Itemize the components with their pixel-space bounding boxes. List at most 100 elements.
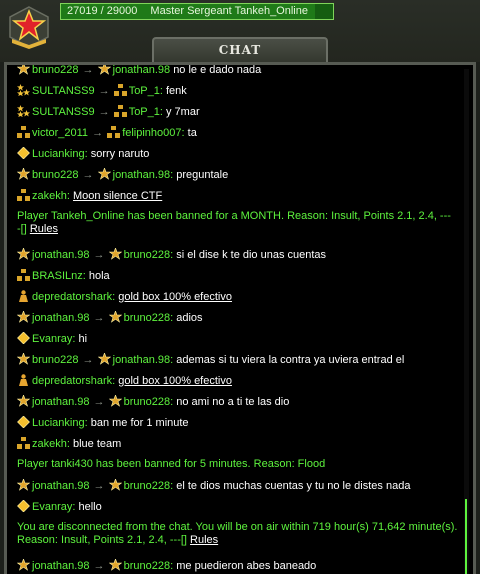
sender-name[interactable]: bruno228 xyxy=(32,169,79,181)
chat-message: jonathan.98 → bruno228: el te dios mucha… xyxy=(16,475,459,496)
xp-text: 27019 / 29000 xyxy=(67,5,138,17)
squares-rank-icon xyxy=(17,269,30,281)
sender-name[interactable]: depredatorshark: xyxy=(32,375,115,387)
reply-arrow-icon: → xyxy=(79,169,97,181)
rules-link[interactable]: Rules xyxy=(190,534,218,546)
chat-message: victor_2011 → felipinho007: ta xyxy=(17,122,459,143)
recipient-name[interactable]: bruno228: xyxy=(124,396,174,408)
system-message-text: You are disconnected from the chat. You … xyxy=(17,521,458,546)
squares-rank-icon xyxy=(17,189,30,201)
chat-message: depredatorshark: gold box 100% efectivo xyxy=(17,370,459,391)
reply-arrow-icon: → xyxy=(95,106,113,118)
stars-rank-icon xyxy=(108,394,123,407)
stars-rank-icon xyxy=(16,247,31,260)
sender-name[interactable]: bruno228 xyxy=(32,65,79,76)
recipient-name[interactable]: bruno228: xyxy=(124,312,174,324)
message-text: no le e dado nada xyxy=(173,64,262,76)
message-text: hello xyxy=(78,501,102,513)
system-message: Player tanki430 has been banned for 5 mi… xyxy=(17,454,459,475)
stars-rank-icon xyxy=(108,558,123,571)
sender-name[interactable]: BRASILnz: xyxy=(32,270,86,282)
rules-link[interactable]: Rules xyxy=(30,223,58,235)
message-text: adios xyxy=(176,312,203,324)
recipient-name[interactable]: ToP_1: xyxy=(129,85,163,97)
message-text: sorry naruto xyxy=(90,148,150,160)
sender-name[interactable]: Lucianking: xyxy=(32,148,88,160)
xp-bar: 27019 / 29000 Master Sergeant Tankeh_Onl… xyxy=(60,3,334,20)
chat-message: Lucianking: sorry naruto xyxy=(17,143,459,164)
message-link[interactable]: gold box 100% efectivo xyxy=(118,291,232,303)
stars-rank-icon xyxy=(16,167,31,180)
stars-rank-icon xyxy=(97,65,112,75)
sender-name[interactable]: SULTANSS9 xyxy=(32,85,95,97)
rank-and-player: Master Sergeant Tankeh_Online xyxy=(150,5,308,17)
person-rank-icon xyxy=(17,374,30,386)
message-text: preguntale xyxy=(176,169,229,181)
tab-chat[interactable]: CHAT xyxy=(152,37,328,62)
message-text: el te dios muchas cuentas y tu no le dis… xyxy=(176,480,411,492)
reply-arrow-icon: → xyxy=(95,85,113,97)
system-message-text: Player Tankeh_Online has been banned for… xyxy=(17,210,451,222)
system-message: Player Tankeh_Online has been banned for… xyxy=(17,206,459,244)
reply-arrow-icon: → xyxy=(90,560,108,572)
message-text: no ami no a ti te las dio xyxy=(176,396,290,408)
message-text: ademas si tu viera la contra ya uviera e… xyxy=(176,354,405,366)
stars-rank-icon xyxy=(16,310,31,323)
diamond-rank-icon xyxy=(17,331,30,345)
recipient-name[interactable]: bruno228: xyxy=(124,560,174,572)
stars-rank-icon xyxy=(97,167,112,180)
message-text: me puedieron abes baneado xyxy=(176,560,317,572)
chat-scrollbar[interactable] xyxy=(464,69,469,574)
stars-rank-icon xyxy=(16,394,31,407)
sender-name[interactable]: zakekh: xyxy=(32,190,70,202)
stars-rank-icon xyxy=(97,352,112,365)
sender-name[interactable]: Evanray: xyxy=(32,501,75,513)
recipient-name[interactable]: felipinho007: xyxy=(122,127,184,139)
chat-message-list: bruno228 → jonathan.98 no le e dado nada… xyxy=(16,64,459,574)
reply-arrow-icon: → xyxy=(90,396,108,408)
recipient-name[interactable]: bruno228: xyxy=(124,249,174,261)
sender-name[interactable]: Evanray: xyxy=(32,333,75,345)
chat-message: zakekh: blue team xyxy=(17,433,459,454)
sender-name[interactable]: victor_2011 xyxy=(32,127,88,139)
chat-panel: bruno228 → jonathan.98 no le e dado nada… xyxy=(4,62,476,574)
recipient-name[interactable]: jonathan.98 xyxy=(113,65,171,76)
system-message-text: Player tanki430 has been banned for 5 mi… xyxy=(17,458,326,470)
recipient-name[interactable]: jonathan.98: xyxy=(113,169,174,181)
chat-message: zakekh: Moon silence CTF xyxy=(17,185,459,206)
message-text: blue team xyxy=(72,438,122,450)
sender-name[interactable]: jonathan.98 xyxy=(32,396,90,408)
chat-message: Lucianking: ban me for 1 minute xyxy=(17,412,459,433)
sender-name[interactable]: jonathan.98 xyxy=(32,560,90,572)
stars-rank-icon xyxy=(108,310,123,323)
recipient-name[interactable]: bruno228: xyxy=(124,480,174,492)
double-star-rank-icon xyxy=(17,105,30,117)
chat-message: BRASILnz: hola xyxy=(17,265,459,286)
recipient-name[interactable]: ToP_1: xyxy=(129,106,163,118)
recipient-name[interactable]: jonathan.98: xyxy=(113,354,174,366)
sender-name[interactable]: Lucianking: xyxy=(32,417,88,429)
sender-name[interactable]: bruno228 xyxy=(32,354,79,366)
diamond-rank-icon xyxy=(17,499,30,513)
stars-rank-icon xyxy=(16,352,31,365)
sender-name[interactable]: SULTANSS9 xyxy=(32,106,95,118)
sender-name[interactable]: jonathan.98 xyxy=(32,249,90,261)
sender-name[interactable]: zakekh: xyxy=(32,438,70,450)
rank-badge-icon xyxy=(9,6,49,49)
chat-scroll-thumb[interactable] xyxy=(465,499,467,574)
message-text: y 7mar xyxy=(166,106,200,118)
chat-message: jonathan.98 → bruno228: si el dise k te … xyxy=(16,244,459,265)
sender-name[interactable]: jonathan.98 xyxy=(32,312,90,324)
message-link[interactable]: Moon silence CTF xyxy=(73,190,162,202)
system-message: You are disconnected from the chat. You … xyxy=(17,517,459,555)
squares-rank-icon xyxy=(17,437,30,449)
squares-rank-icon xyxy=(113,105,127,117)
squares-rank-icon xyxy=(107,126,121,138)
message-link[interactable]: gold box 100% efectivo xyxy=(118,375,232,387)
chat-message: jonathan.98 → bruno228: no ami no a ti t… xyxy=(16,391,459,412)
reply-arrow-icon: → xyxy=(79,64,97,76)
sender-name[interactable]: depredatorshark: xyxy=(32,291,115,303)
stars-rank-icon xyxy=(16,558,31,571)
chat-message: jonathan.98 → bruno228: adios xyxy=(16,307,459,328)
sender-name[interactable]: jonathan.98 xyxy=(32,480,90,492)
